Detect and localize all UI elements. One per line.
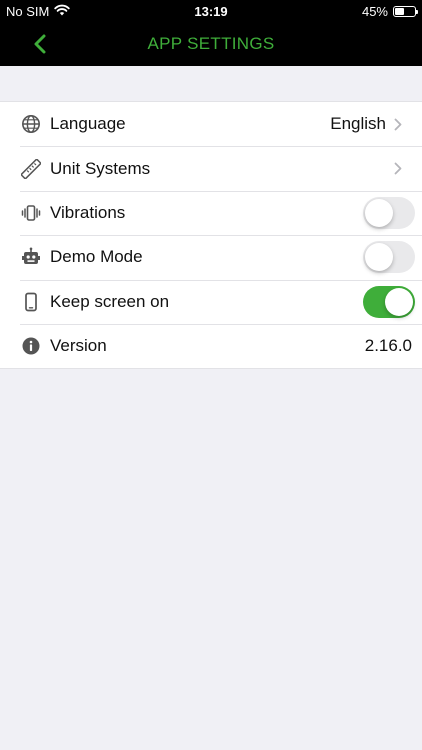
toggle-knob	[385, 287, 413, 316]
vibrations-toggle[interactable]	[363, 196, 415, 229]
language-label: Language	[50, 114, 126, 134]
info-icon	[20, 335, 42, 357]
settings-row-version: Version 2.16.0	[0, 323, 422, 368]
page-title: APP SETTINGS	[147, 34, 275, 53]
settings-row-unit-systems[interactable]: Unit Systems	[0, 146, 422, 190]
battery-fill	[395, 8, 404, 15]
globe-icon	[20, 113, 42, 135]
settings-list: Language English Unit Systems Vibrations…	[0, 101, 422, 370]
vibrations-label: Vibrations	[50, 202, 126, 222]
toggle-knob	[365, 243, 393, 272]
settings-row-vibrations: Vibrations	[0, 190, 422, 235]
demo-mode-toggle[interactable]	[363, 241, 415, 274]
language-value: English	[330, 114, 386, 134]
battery-icon	[393, 6, 418, 17]
status-bar: No SIM 13:19 45%	[0, 0, 422, 22]
settings-row-language[interactable]: Language English	[0, 102, 422, 146]
nav-bar: APP SETTINGS	[0, 22, 422, 66]
battery-percent: 45%	[361, 4, 388, 19]
vibration-icon	[20, 202, 42, 224]
chevron-right-icon	[394, 117, 404, 131]
unit-systems-label: Unit Systems	[50, 158, 151, 178]
robot-icon	[20, 246, 42, 268]
phone-icon	[20, 291, 42, 313]
keep-screen-on-toggle[interactable]	[363, 285, 415, 318]
status-time: 13:19	[194, 4, 228, 19]
keep-screen-on-label: Keep screen on	[50, 291, 170, 311]
version-label: Version	[50, 336, 107, 356]
top-bar: No SIM 13:19 45% APP SETTINGS	[0, 0, 422, 66]
settings-row-demo-mode: Demo Mode	[0, 235, 422, 279]
battery-group: 45%	[361, 4, 418, 19]
ruler-icon	[20, 158, 42, 180]
chevron-right-icon	[394, 162, 404, 176]
demo-mode-label: Demo Mode	[50, 247, 143, 267]
toggle-knob	[365, 198, 393, 227]
settings-row-keep-screen-on: Keep screen on	[0, 279, 422, 324]
version-value: 2.16.0	[364, 336, 412, 356]
